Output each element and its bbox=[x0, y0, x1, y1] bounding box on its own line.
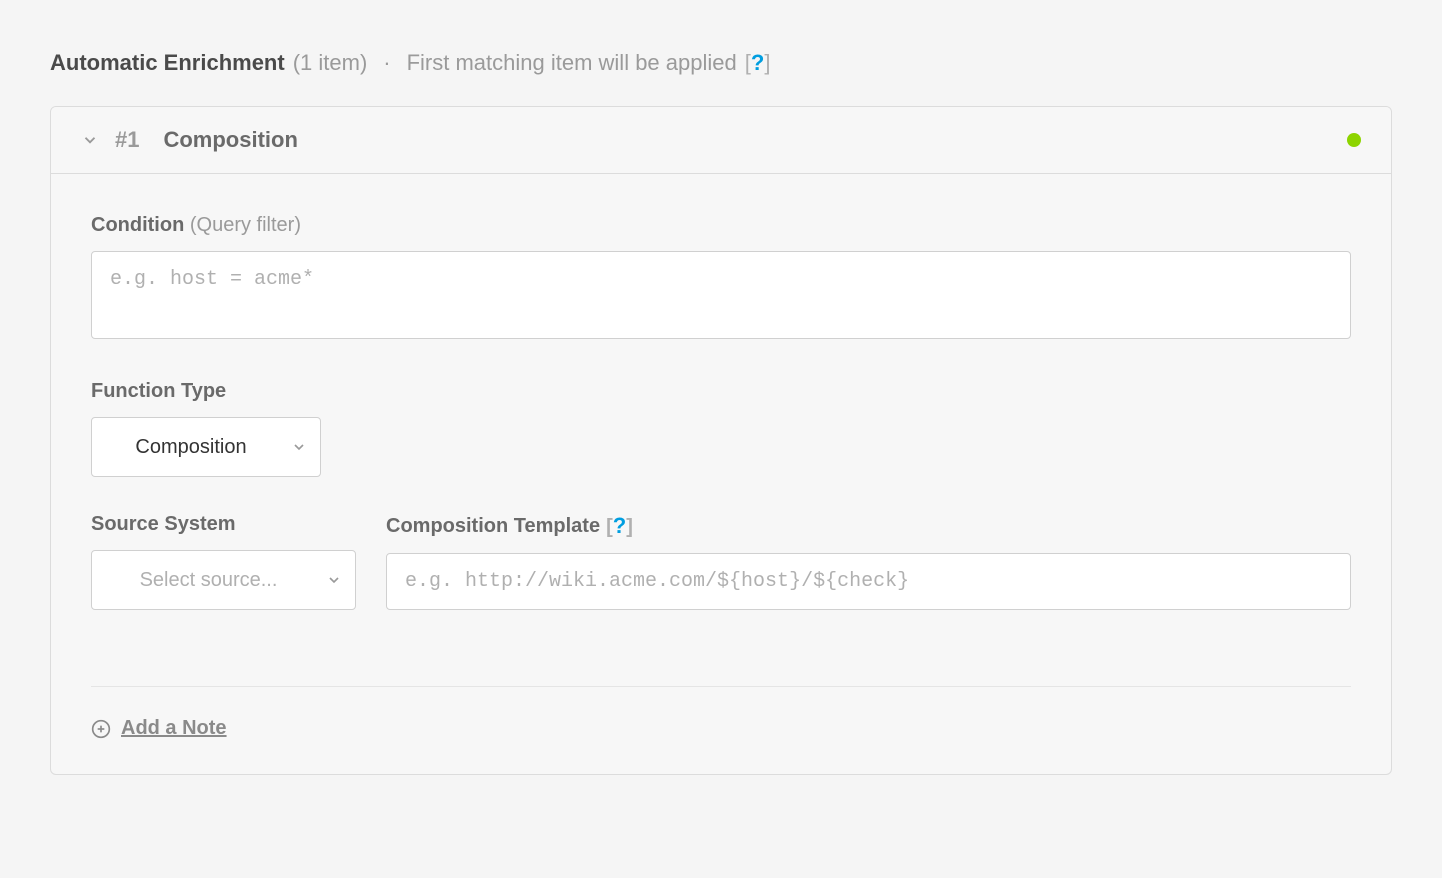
composition-template-label-row: Composition Template [?] bbox=[386, 513, 1351, 539]
section-title: Automatic Enrichment bbox=[50, 50, 285, 76]
bracket-close: ] bbox=[764, 50, 770, 75]
status-indicator bbox=[1347, 133, 1361, 147]
enrichment-container: Automatic Enrichment (1 item) · First ma… bbox=[50, 50, 1392, 775]
source-and-template-row: Source System Select source... Compositi… bbox=[91, 513, 1351, 646]
function-type-select[interactable]: Composition bbox=[91, 417, 321, 477]
help-link-wrapper[interactable]: [?] bbox=[745, 50, 771, 76]
bracket-close: ] bbox=[626, 516, 633, 538]
divider bbox=[91, 686, 1351, 687]
help-icon: ? bbox=[613, 513, 626, 538]
composition-template-label: Composition Template bbox=[386, 515, 600, 538]
composition-template-input[interactable] bbox=[386, 553, 1351, 610]
function-type-label: Function Type bbox=[91, 380, 1351, 403]
separator-dot: · bbox=[383, 50, 390, 76]
item-name: Composition bbox=[163, 127, 1347, 153]
source-system-select[interactable]: Select source... bbox=[91, 550, 356, 610]
item-body: Condition (Query filter) Function Type C… bbox=[51, 174, 1391, 774]
chevron-down-icon bbox=[81, 131, 99, 149]
condition-label-hint: (Query filter) bbox=[190, 214, 301, 236]
enrichment-item-panel: #1 Composition Condition (Query filter) … bbox=[50, 106, 1392, 775]
section-subtitle: First matching item will be applied bbox=[407, 50, 737, 76]
function-type-field-group: Function Type Composition bbox=[91, 380, 1351, 477]
condition-input[interactable] bbox=[91, 251, 1351, 339]
help-icon: ? bbox=[751, 50, 764, 75]
item-index: #1 bbox=[115, 127, 139, 153]
item-count: (1 item) bbox=[293, 50, 368, 76]
add-note-button[interactable]: Add a Note bbox=[91, 717, 227, 740]
condition-label-text: Condition bbox=[91, 214, 184, 236]
source-system-label: Source System bbox=[91, 513, 356, 536]
function-type-select-wrap: Composition bbox=[91, 417, 321, 477]
composition-template-field-group: Composition Template [?] bbox=[386, 513, 1351, 610]
help-link-wrapper[interactable]: [?] bbox=[606, 513, 633, 539]
source-system-field-group: Source System Select source... bbox=[91, 513, 356, 610]
source-system-select-wrap: Select source... bbox=[91, 550, 356, 610]
plus-circle-icon bbox=[91, 719, 111, 739]
section-header: Automatic Enrichment (1 item) · First ma… bbox=[50, 50, 1392, 76]
condition-label: Condition (Query filter) bbox=[91, 214, 1351, 237]
add-note-label: Add a Note bbox=[121, 717, 227, 740]
item-header[interactable]: #1 Composition bbox=[51, 107, 1391, 174]
condition-field-group: Condition (Query filter) bbox=[91, 214, 1351, 344]
bracket-open: [ bbox=[606, 516, 613, 538]
